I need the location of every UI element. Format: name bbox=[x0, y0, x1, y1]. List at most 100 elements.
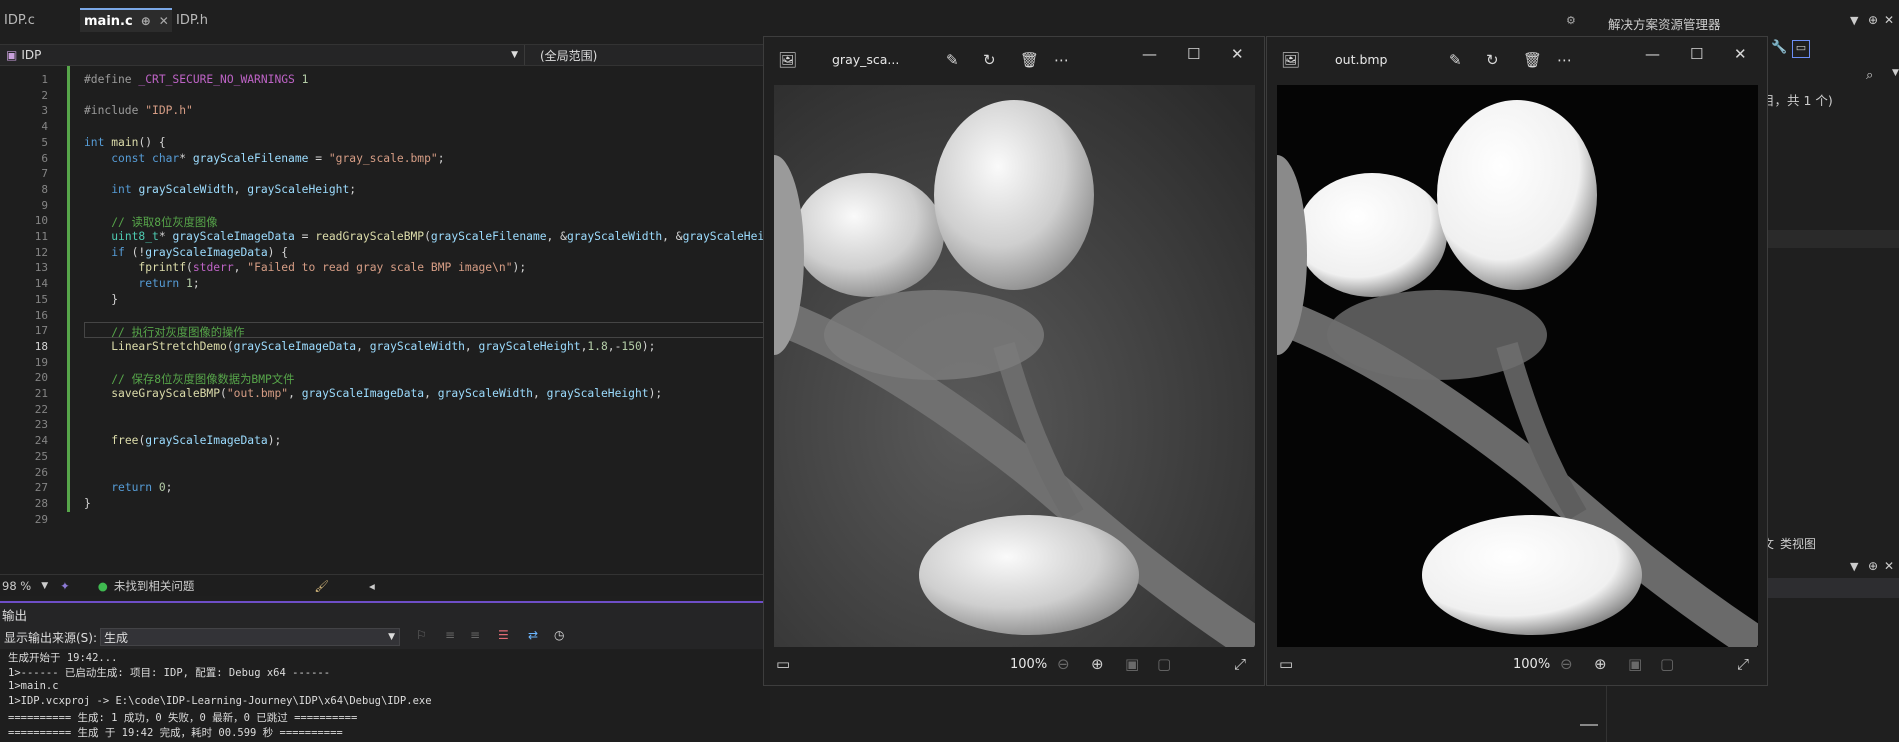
output-line: 1>main.c bbox=[8, 680, 59, 692]
code-line: int main() { bbox=[84, 136, 166, 149]
brush-icon[interactable]: 🖌 bbox=[314, 579, 329, 593]
delete-icon[interactable]: 🗑 bbox=[1523, 51, 1542, 69]
rotate-icon[interactable]: ↻ bbox=[983, 51, 996, 69]
code-token: grayScaleImageData bbox=[301, 387, 425, 400]
properties-dropdown[interactable] bbox=[1762, 578, 1899, 598]
pin-icon[interactable]: ⊕ bbox=[141, 14, 151, 28]
minimize-icon[interactable]: — bbox=[1645, 45, 1660, 63]
code-token: * bbox=[158, 230, 173, 243]
chevron-down-icon[interactable]: ▼ bbox=[1850, 560, 1858, 573]
close-icon[interactable]: ✕ bbox=[1734, 45, 1747, 63]
chevron-down-icon[interactable]: ▼ bbox=[41, 581, 48, 591]
zoom-in-icon[interactable]: ⊕ bbox=[1091, 655, 1104, 673]
chevron-down-icon[interactable]: ▼ bbox=[1850, 14, 1858, 27]
issues-status[interactable]: 未找到相关问题 bbox=[114, 578, 195, 594]
code-token: ); bbox=[641, 339, 656, 353]
find-message-icon[interactable]: ⚐ bbox=[416, 628, 427, 642]
clock-icon[interactable]: ◷ bbox=[554, 628, 564, 642]
code-token: int bbox=[84, 135, 112, 149]
code-line: } bbox=[84, 293, 118, 306]
delete-icon[interactable]: 🗑 bbox=[1020, 51, 1039, 69]
line-number: 20 bbox=[34, 371, 48, 385]
edit-image-icon[interactable]: ✎ bbox=[946, 51, 959, 69]
filmstrip-icon[interactable]: ▭ bbox=[1279, 655, 1293, 673]
clear-all-icon[interactable]: ☰ bbox=[498, 628, 509, 642]
code-token: ; bbox=[437, 151, 445, 165]
close-icon[interactable]: ✕ bbox=[159, 14, 169, 28]
more-icon[interactable]: ⋯ bbox=[1054, 51, 1069, 69]
line-number: 26 bbox=[34, 465, 48, 479]
code-token: = bbox=[308, 151, 329, 165]
image-viewer[interactable] bbox=[1277, 85, 1758, 647]
image-viewer[interactable] bbox=[774, 85, 1255, 647]
tab-class-view[interactable]: 类视图 bbox=[1780, 535, 1816, 552]
minimize-icon[interactable]: — bbox=[1142, 45, 1157, 63]
photos-footer: ▭ 100% ⊖ ⊕ ▣ ▢ ⤢ bbox=[764, 645, 1264, 685]
fit-to-window-icon[interactable]: ▣ bbox=[1628, 655, 1642, 673]
code-token: readGrayScaleBMP bbox=[315, 230, 425, 243]
fullscreen-icon[interactable]: ⤢ bbox=[1234, 655, 1246, 673]
zoom-in-icon[interactable]: ⊕ bbox=[1594, 655, 1607, 673]
code-editor[interactable]: 1 2 3 4 5 6 7 8 9 10 11 12 13 14 15 16 17 18 19 20 21 22 23 24 2… bbox=[0, 66, 798, 574]
wrench-icon[interactable]: 🔧 bbox=[1771, 40, 1787, 55]
gallery-icon[interactable]: 🖼 bbox=[1281, 51, 1300, 69]
actual-size-icon[interactable]: ▢ bbox=[1157, 655, 1171, 673]
settings-icon[interactable]: ⚙ bbox=[1566, 14, 1576, 27]
pin-icon[interactable]: ⊕ bbox=[1868, 13, 1878, 27]
line-number: 3 bbox=[41, 104, 48, 118]
scrollbar-thumb[interactable] bbox=[1580, 724, 1598, 726]
scroll-left-icon[interactable]: ◂ bbox=[369, 579, 375, 593]
tab-idp-h[interactable]: IDP.h bbox=[172, 8, 250, 32]
code-token: ( bbox=[220, 387, 227, 400]
intellicode-icon[interactable]: ✦ bbox=[60, 579, 70, 593]
code-token: , bbox=[532, 387, 547, 400]
chevron-down-icon[interactable]: ▼ bbox=[1892, 68, 1899, 78]
selected-row[interactable] bbox=[1762, 230, 1899, 248]
project-name: IDP bbox=[21, 48, 42, 62]
photo-filename: gray_sca... bbox=[832, 52, 900, 67]
maximize-icon[interactable]: ☐ bbox=[1187, 45, 1200, 63]
scope-dropdown[interactable]: (全局范围) bbox=[534, 45, 770, 65]
code-line: LinearStretchDemo(grayScaleImageData, gr… bbox=[84, 340, 655, 353]
fullscreen-icon[interactable]: ⤢ bbox=[1737, 655, 1749, 673]
close-icon[interactable]: ✕ bbox=[1884, 559, 1894, 573]
previous-message-icon[interactable]: ≡ bbox=[445, 628, 455, 642]
maximize-icon[interactable]: ☐ bbox=[1690, 45, 1703, 63]
tab-main-c[interactable]: main.c ⊕ ✕ bbox=[80, 8, 172, 32]
code-token: grayScaleImageData bbox=[233, 339, 357, 353]
more-icon[interactable]: ⋯ bbox=[1557, 51, 1572, 69]
output-source-select[interactable]: 生成 ▼ bbox=[100, 628, 400, 646]
project-dropdown[interactable]: ▣ IDP ▼ bbox=[0, 45, 525, 65]
filmstrip-icon[interactable]: ▭ bbox=[776, 655, 790, 673]
output-line: 生成开始于 19:42... bbox=[8, 652, 118, 664]
fit-to-window-icon[interactable]: ▣ bbox=[1125, 655, 1139, 673]
line-number: 8 bbox=[41, 182, 48, 196]
close-icon[interactable]: ✕ bbox=[1231, 45, 1244, 63]
tab-idp-c[interactable]: IDP.c bbox=[0, 8, 39, 32]
edit-image-icon[interactable]: ✎ bbox=[1449, 51, 1462, 69]
code-token: #define bbox=[84, 73, 139, 86]
gallery-icon[interactable]: 🖼 bbox=[778, 51, 797, 69]
code-token: saveGrayScaleBMP bbox=[111, 387, 221, 400]
search-icon[interactable]: ⌕ bbox=[1866, 68, 1873, 83]
code-token: grayScaleHeight bbox=[478, 339, 581, 353]
next-message-icon[interactable]: ≡ bbox=[470, 628, 480, 642]
code-token: ; bbox=[165, 481, 173, 495]
code-token: return bbox=[138, 277, 187, 291]
toggle-icon[interactable]: ▭ bbox=[1792, 40, 1810, 58]
zoom-out-icon[interactable]: ⊖ bbox=[1057, 655, 1070, 673]
zoom-level[interactable]: 98 % bbox=[2, 579, 31, 593]
pin-icon[interactable]: ⊕ bbox=[1868, 559, 1878, 573]
line-number: 28 bbox=[34, 496, 48, 510]
code-token: grayScaleHeight bbox=[546, 387, 649, 400]
zoom-out-icon[interactable]: ⊖ bbox=[1560, 655, 1573, 673]
rotate-icon[interactable]: ↻ bbox=[1486, 51, 1499, 69]
close-icon[interactable]: ✕ bbox=[1884, 13, 1894, 27]
actual-size-icon[interactable]: ▢ bbox=[1660, 655, 1674, 673]
code-line: #define _CRT_SECURE_NO_WARNINGS 1 bbox=[84, 73, 308, 86]
code-token: "out.bmp" bbox=[226, 387, 289, 400]
word-wrap-icon[interactable]: ⇄ bbox=[528, 628, 538, 642]
code-token: ) { bbox=[267, 245, 289, 259]
output-text-area[interactable]: 生成开始于 19:42... 1>------ 已启动生成: 项目: IDP, … bbox=[0, 650, 770, 742]
